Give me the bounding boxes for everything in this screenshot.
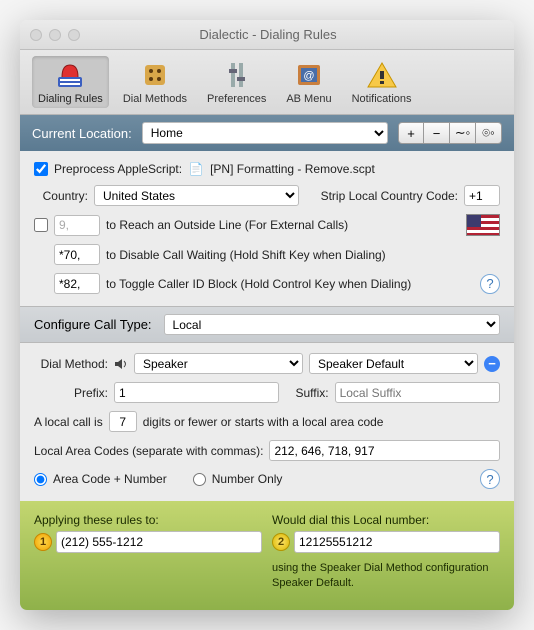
suffix-field[interactable] xyxy=(335,382,500,403)
location-label: Current Location: xyxy=(32,126,132,141)
toolbar: Dialing Rules Dial Methods Preferences @… xyxy=(20,50,514,115)
svg-text:@: @ xyxy=(303,70,314,82)
area-codes-field[interactable] xyxy=(269,440,500,461)
outside-line-field[interactable] xyxy=(54,215,100,236)
caller-id-field[interactable] xyxy=(54,273,100,294)
tab-label: AB Menu xyxy=(286,93,331,105)
tab-label: Dial Methods xyxy=(123,93,187,105)
strip-code-field[interactable] xyxy=(464,185,500,206)
digits-sentence-2: digits or fewer or starts with a local a… xyxy=(143,415,384,429)
format-radio-1[interactable] xyxy=(34,473,47,486)
location-buttons: + − ∼◦ ⌾◦ xyxy=(398,122,502,144)
country-label: Country: xyxy=(34,189,88,203)
preprocess-checkbox[interactable] xyxy=(34,162,48,176)
country-select[interactable]: United States xyxy=(94,185,299,206)
titlebar: Dialectic - Dialing Rules xyxy=(20,20,514,50)
result-note-2: Speaker Default. xyxy=(272,576,500,591)
tab-label: Notifications xyxy=(352,93,412,105)
badge-2-icon: 2 xyxy=(272,533,290,551)
tab-dialing-rules[interactable]: Dialing Rules xyxy=(32,56,109,108)
outside-line-checkbox[interactable] xyxy=(34,218,48,232)
notifications-icon xyxy=(366,59,398,91)
tab-preferences[interactable]: Preferences xyxy=(201,56,272,108)
remove-method-icon[interactable]: − xyxy=(484,356,500,372)
tab-notifications[interactable]: Notifications xyxy=(346,56,418,108)
location-opt1-button[interactable]: ∼◦ xyxy=(450,122,476,144)
dial-method-select[interactable]: Speaker xyxy=(134,353,303,374)
tab-dial-methods[interactable]: Dial Methods xyxy=(117,56,193,108)
window: Dialectic - Dialing Rules Dialing Rules … xyxy=(20,20,514,610)
digits-field[interactable] xyxy=(109,411,137,432)
script-name: [PN] Formatting - Remove.scpt xyxy=(210,162,375,176)
preprocess-label: Preprocess AppleScript: xyxy=(54,162,182,176)
call-waiting-field[interactable] xyxy=(54,244,100,265)
call-type-select[interactable]: Local xyxy=(164,314,500,335)
result-heading: Would dial this Local number: xyxy=(272,513,500,527)
preview-zone: Applying these rules to: 1 Would dial th… xyxy=(20,501,514,610)
badge-1-icon: 1 xyxy=(34,533,52,551)
prefix-label: Prefix: xyxy=(34,386,108,400)
result-note-1: using the Speaker Dial Method configurat… xyxy=(272,561,500,576)
preprocess-panel: Preprocess AppleScript: 📄 [PN] Formattin… xyxy=(20,151,514,306)
tab-label: Dialing Rules xyxy=(38,93,103,105)
add-location-button[interactable]: + xyxy=(398,122,424,144)
strip-label: Strip Local Country Code: xyxy=(321,189,458,203)
script-doc-icon: 📄 xyxy=(188,161,204,177)
prefix-field[interactable] xyxy=(114,382,279,403)
caller-id-label: to Toggle Caller ID Block (Hold Control … xyxy=(106,277,411,291)
dial-methods-icon xyxy=(139,59,171,91)
location-bar: Current Location: Home + − ∼◦ ⌾◦ xyxy=(20,115,514,151)
suffix-label: Suffix: xyxy=(295,386,328,400)
location-opt2-button[interactable]: ⌾◦ xyxy=(476,122,502,144)
help-icon[interactable]: ? xyxy=(480,469,500,489)
location-select[interactable]: Home xyxy=(142,122,388,144)
format-radio-1-label: Area Code + Number xyxy=(53,472,167,486)
call-type-label: Configure Call Type: xyxy=(34,317,152,332)
format-radio-2-label: Number Only xyxy=(212,472,283,486)
speaker-icon xyxy=(114,357,128,371)
call-type-bar: Configure Call Type: Local xyxy=(20,306,514,343)
tab-label: Preferences xyxy=(207,93,266,105)
digits-sentence-1: A local call is xyxy=(34,415,103,429)
dial-method-setting-select[interactable]: Speaker Default xyxy=(309,353,478,374)
us-flag-icon xyxy=(466,214,500,236)
tab-ab-menu[interactable]: @ AB Menu xyxy=(280,56,337,108)
address-book-icon: @ xyxy=(293,59,325,91)
preferences-icon xyxy=(221,59,253,91)
phone-rules-icon xyxy=(54,59,86,91)
format-radio-2[interactable] xyxy=(193,473,206,486)
outside-line-label: to Reach an Outside Line (For External C… xyxy=(106,218,348,232)
window-title: Dialectic - Dialing Rules xyxy=(32,27,504,42)
apply-input-field[interactable] xyxy=(56,531,262,553)
local-panel: Dial Method: Speaker Speaker Default − P… xyxy=(20,343,514,501)
dial-method-label: Dial Method: xyxy=(34,357,108,371)
remove-location-button[interactable]: − xyxy=(424,122,450,144)
help-icon[interactable]: ? xyxy=(480,274,500,294)
area-codes-label: Local Area Codes (separate with commas): xyxy=(34,444,263,458)
result-field[interactable] xyxy=(294,531,500,553)
apply-heading: Applying these rules to: xyxy=(34,513,262,527)
call-waiting-label: to Disable Call Waiting (Hold Shift Key … xyxy=(106,248,386,262)
